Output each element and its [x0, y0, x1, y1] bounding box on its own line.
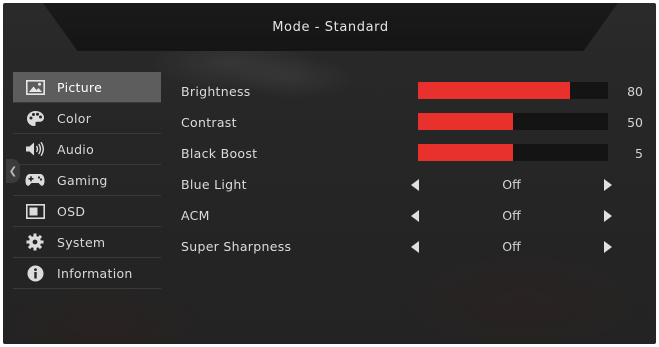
acm-value: Off — [502, 208, 521, 223]
sidebar-item-color[interactable]: Color — [13, 103, 161, 134]
black-boost-slider[interactable] — [418, 144, 608, 161]
arrow-right-icon[interactable] — [604, 241, 612, 253]
picture-icon — [25, 78, 45, 96]
gear-icon — [25, 233, 45, 251]
super-sharpness-selector[interactable]: Off — [409, 231, 614, 262]
sidebar-item-picture[interactable]: Picture — [13, 72, 161, 103]
contrast-slider[interactable] — [418, 113, 608, 130]
gamepad-icon — [25, 171, 45, 189]
setting-label: Contrast — [181, 115, 237, 130]
setting-label: Black Boost — [181, 146, 258, 161]
sidebar-item-gaming[interactable]: Gaming — [13, 165, 161, 196]
contrast-value: 50 — [627, 115, 643, 130]
brightness-slider-fill — [418, 82, 570, 99]
black-boost-slider-fill — [418, 144, 513, 161]
blue-light-value: Off — [502, 177, 521, 192]
info-icon — [25, 264, 45, 282]
setting-label: Blue Light — [181, 177, 247, 192]
brightness-value: 80 — [627, 84, 643, 99]
brightness-slider[interactable] — [418, 82, 608, 99]
sidebar-item-label: Information — [57, 265, 133, 281]
setting-row-brightness[interactable]: Brightness 80 — [181, 76, 651, 107]
speaker-icon — [25, 140, 45, 158]
sidebar-item-label: Picture — [57, 79, 103, 95]
contrast-slider-fill — [418, 113, 513, 130]
setting-row-super-sharpness[interactable]: Super Sharpness Off — [181, 231, 651, 262]
sidebar-item-information[interactable]: Information — [13, 258, 161, 289]
setting-label: Super Sharpness — [181, 239, 292, 254]
sidebar-item-audio[interactable]: Audio — [13, 134, 161, 165]
setting-label: ACM — [181, 208, 210, 223]
sidebar-item-label: System — [57, 234, 106, 250]
setting-row-blue-light[interactable]: Blue Light Off — [181, 169, 651, 200]
sidebar-item-osd[interactable]: OSD — [13, 196, 161, 227]
setting-row-contrast[interactable]: Contrast 50 — [181, 107, 651, 138]
sidebar-item-label: Color — [57, 110, 92, 126]
blue-light-selector[interactable]: Off — [409, 169, 614, 200]
mode-title: Mode - Standard — [272, 19, 389, 35]
super-sharpness-value: Off — [502, 239, 521, 254]
sidebar-item-system[interactable]: System — [13, 227, 161, 258]
black-boost-value: 5 — [635, 146, 643, 161]
acm-selector[interactable]: Off — [409, 200, 614, 231]
osd-window-icon — [25, 202, 45, 220]
sidebar: Picture Color Audio Gaming OSD System In… — [13, 72, 161, 289]
palette-icon — [25, 109, 45, 127]
picture-settings: Brightness 80 Contrast 50 Black Boost 5 … — [181, 76, 651, 262]
arrow-right-icon[interactable] — [604, 210, 612, 222]
setting-label: Brightness — [181, 84, 251, 99]
setting-row-black-boost[interactable]: Black Boost 5 — [181, 138, 651, 169]
sidebar-item-label: Gaming — [57, 172, 108, 188]
sidebar-item-label: OSD — [57, 203, 86, 219]
mode-header: Mode - Standard — [43, 3, 618, 51]
arrow-right-icon[interactable] — [604, 179, 612, 191]
sidebar-item-label: Audio — [57, 141, 95, 157]
osd-menu: Mode - Standard ❮ Picture Color Audio Ga… — [3, 3, 656, 344]
setting-row-acm[interactable]: ACM Off — [181, 200, 651, 231]
